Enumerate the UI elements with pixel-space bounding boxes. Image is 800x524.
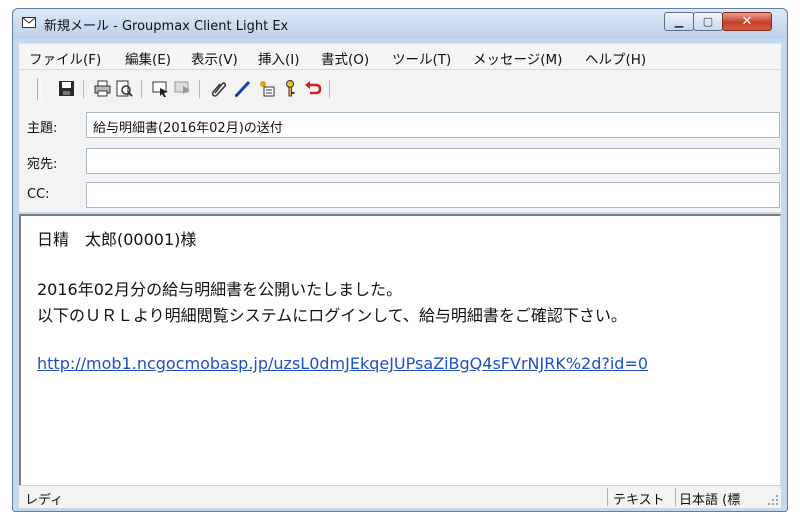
menu-message[interactable]: メッセージ(M) <box>473 48 562 68</box>
pen-icon[interactable] <box>233 79 252 98</box>
toolbar-separator <box>329 80 330 98</box>
minimize-icon: ▁ <box>674 15 684 28</box>
cc-label: CC: <box>27 187 50 202</box>
send-later-icon[interactable] <box>173 79 192 98</box>
toolbar-separator <box>199 80 200 98</box>
to-label: 宛先: <box>27 157 58 172</box>
send-icon[interactable] <box>151 79 170 98</box>
body-line-1: 2016年02月分の給与明細書を公開いたしました。 <box>37 280 403 299</box>
greeting-line: 日精 太郎(00001)様 <box>37 230 197 249</box>
minimize-button[interactable]: ▁ <box>664 12 694 31</box>
attach-icon[interactable] <box>209 79 228 98</box>
close-button[interactable]: ✕ <box>722 12 772 31</box>
menu-file[interactable]: ファイル(F) <box>29 48 101 68</box>
menu-format[interactable]: 書式(O) <box>321 48 369 68</box>
body-line-2: 以下のＵＲＬより明細閲覧システムにログインして、給与明細書をご確認下さい。 <box>37 306 627 325</box>
menu-view[interactable]: 表示(V) <box>191 48 238 68</box>
close-icon: ✕ <box>741 14 753 29</box>
menu-edit[interactable]: 編集(E) <box>125 48 171 68</box>
resize-grip-icon[interactable] <box>767 494 779 506</box>
body-link[interactable]: http://mob1.ncgocmobasp.jp/uzsL0dmJEkqeJ… <box>37 354 648 373</box>
status-text: レディ <box>25 493 64 508</box>
subject-field[interactable]: 給与明細書(2016年02月)の送付 <box>86 112 780 138</box>
window-title: 新規メール - Groupmax Client Light Ex <box>44 19 289 34</box>
print-preview-icon[interactable] <box>115 79 134 98</box>
menu-bar: ファイル(F) 編集(E) 表示(V) 挿入(I) 書式(O) ツール(T) メ… <box>19 43 781 70</box>
status-bar: レディ テキスト 日本語 (標 <box>19 485 781 508</box>
maximize-icon: ▢ <box>702 15 714 28</box>
header-fields: 主題: 給与明細書(2016年02月)の送付 宛先: CC: <box>19 106 781 212</box>
menu-insert[interactable]: 挿入(I) <box>258 48 300 68</box>
status-divider <box>607 488 608 506</box>
status-format: テキスト <box>613 493 665 508</box>
print-icon[interactable] <box>93 79 112 98</box>
cc-field[interactable] <box>86 182 780 208</box>
status-language: 日本語 (標 <box>679 493 741 508</box>
save-icon[interactable] <box>57 79 76 98</box>
toolbar <box>19 69 781 107</box>
message-body[interactable]: 日精 太郎(00001)様 2016年02月分の給与明細書を公開いたしました。 … <box>19 214 781 485</box>
title-bar[interactable]: 新規メール - Groupmax Client Light Ex ▁ ▢ ✕ <box>13 9 787 39</box>
menu-tools[interactable]: ツール(T) <box>392 48 451 68</box>
toolbar-grip[interactable] <box>37 78 42 100</box>
key-icon[interactable] <box>281 79 300 98</box>
envelope-icon <box>22 17 36 28</box>
undo-icon[interactable] <box>303 79 322 98</box>
mail-compose-window: 新規メール - Groupmax Client Light Ex ▁ ▢ ✕ フ… <box>12 8 788 512</box>
toolbar-separator <box>141 80 142 98</box>
subject-label: 主題: <box>27 121 58 136</box>
menu-help[interactable]: ヘルプ(H) <box>585 48 646 68</box>
to-field[interactable] <box>86 148 780 174</box>
address-icon[interactable] <box>257 79 276 98</box>
maximize-button[interactable]: ▢ <box>693 12 723 31</box>
status-divider <box>675 488 676 506</box>
toolbar-separator <box>83 80 84 98</box>
